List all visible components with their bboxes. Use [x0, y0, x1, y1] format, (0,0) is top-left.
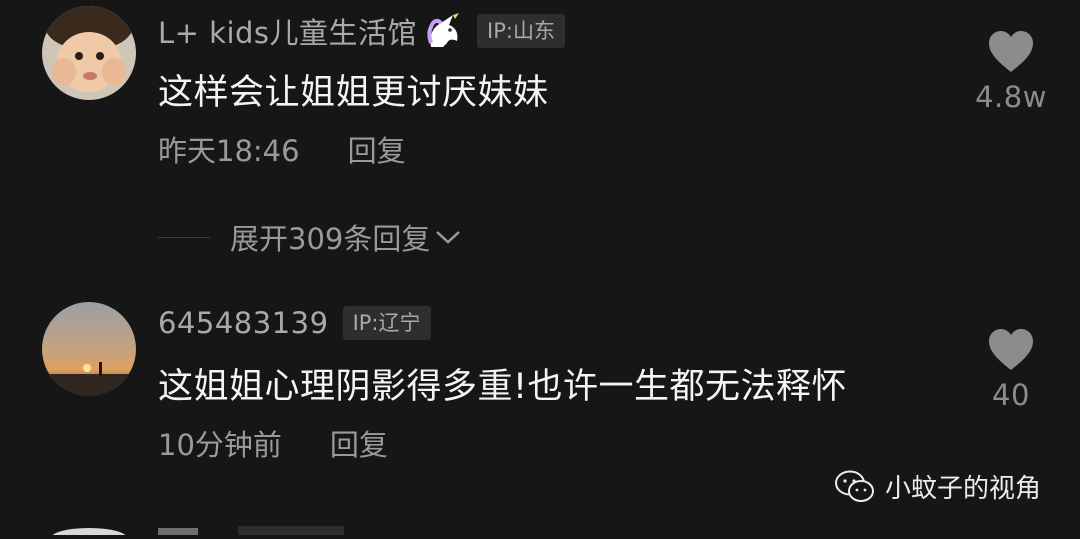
avatar[interactable]: [42, 6, 136, 100]
expand-replies-button[interactable]: 展开309条回复: [158, 216, 462, 258]
watermark: 小蚊子的视角: [835, 468, 1041, 505]
comment-text[interactable]: 这样会让姐姐更讨厌妹妹: [158, 64, 549, 115]
next-comment-partial: [0, 520, 1080, 539]
heart-icon: [989, 329, 1033, 370]
expand-replies-label: 展开309条回复: [230, 222, 431, 256]
like-button[interactable]: 40: [966, 328, 1056, 412]
comment-item: L+ kids儿童生活馆 IP:山东 这样会让姐姐更讨厌妹妹 昨天18:46 回…: [0, 0, 1080, 200]
comment-meta: 昨天18:46 回复: [158, 128, 406, 170]
chevron-down-icon: [436, 231, 461, 244]
like-button[interactable]: 4.8w: [966, 30, 1056, 114]
comment-item: 645483139 IP:辽宁 这姐姐心理阴影得多重!也许一生都无法释怀 10分…: [0, 290, 1080, 490]
like-count: 40: [992, 378, 1030, 412]
divider: [158, 236, 210, 238]
unicorn-icon: [423, 13, 463, 49]
username[interactable]: 645483139: [158, 306, 329, 340]
watermark-label: 小蚊子的视角: [885, 474, 1042, 504]
comment-time: 昨天18:46: [158, 134, 300, 168]
comment-header: L+ kids儿童生活馆 IP:山东: [158, 10, 565, 52]
reply-button[interactable]: 回复: [348, 128, 406, 170]
wechat-icon: [835, 470, 874, 502]
like-count: 4.8w: [975, 80, 1047, 114]
heart-icon: [989, 31, 1033, 72]
ip-badge: IP:山东: [477, 14, 565, 48]
comment-header: 645483139 IP:辽宁: [158, 306, 431, 340]
comment-meta: 10分钟前 回复: [158, 422, 388, 464]
comment-text[interactable]: 这姐姐心理阴影得多重!也许一生都无法释怀: [158, 358, 847, 409]
username[interactable]: L+ kids儿童生活馆: [158, 10, 417, 52]
reply-button[interactable]: 回复: [330, 422, 388, 464]
avatar[interactable]: [42, 302, 136, 396]
comment-time: 10分钟前: [158, 428, 282, 462]
ip-badge: IP:辽宁: [342, 306, 431, 340]
